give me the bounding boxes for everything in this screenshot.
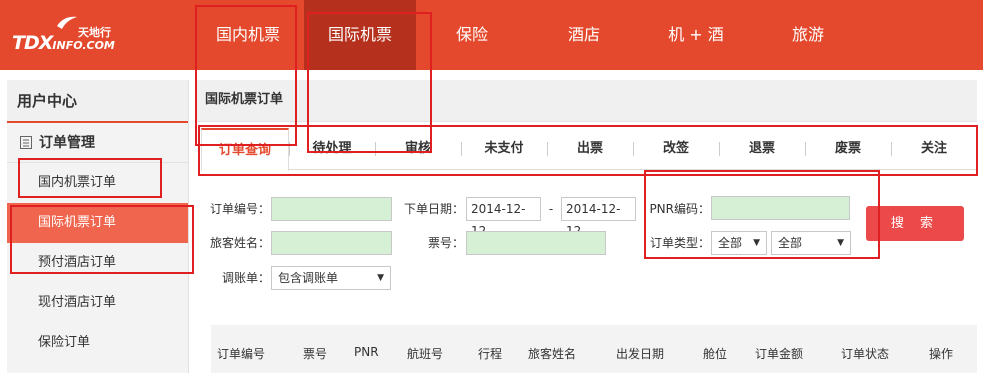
- column-header: 旅客姓名: [528, 347, 577, 361]
- adjust-label: 调账单：: [221, 271, 270, 285]
- sidebar-item-insurance-orders[interactable]: 保险订单: [7, 323, 188, 363]
- dropdown-arrow-icon: ▼: [377, 273, 384, 283]
- nav-hotel[interactable]: 酒店: [528, 0, 640, 70]
- date-separator: -: [548, 202, 554, 216]
- tab-void[interactable]: 废票: [805, 128, 891, 170]
- pnr-input[interactable]: [711, 196, 850, 220]
- column-header: 行程: [478, 347, 503, 361]
- tab-review[interactable]: 审核: [375, 128, 461, 170]
- main-nav: 国内机票 国际机票 保险 酒店 机 + 酒 旅游: [192, 0, 864, 70]
- nav-travel[interactable]: 旅游: [752, 0, 864, 70]
- ticket-no-label: 票号：: [427, 236, 464, 250]
- column-header: 舱位: [703, 347, 728, 361]
- top-navigation-bar: TDXINFO.COM 天地行 国内机票 国际机票 保险 酒店 机 + 酒 旅游: [0, 0, 983, 70]
- nav-domestic-flights[interactable]: 国内机票: [192, 0, 304, 70]
- pnr-label: PNR编码：: [649, 202, 710, 216]
- order-type-value: 全部: [718, 236, 743, 250]
- tab-refund[interactable]: 退票: [719, 128, 805, 170]
- column-header: 航班号: [407, 347, 444, 361]
- ticket-no-input[interactable]: [466, 231, 606, 255]
- search-button[interactable]: 搜 索: [866, 206, 964, 241]
- tab-unpaid[interactable]: 未支付: [461, 128, 547, 170]
- column-header: 订单金额: [755, 347, 804, 361]
- adjust-select[interactable]: 包含调账单 ▼: [271, 266, 391, 290]
- sidebar-item-international-orders[interactable]: 国际机票订单: [7, 203, 188, 243]
- passenger-name-label: 旅客姓名：: [209, 236, 270, 250]
- order-tabs: 订单查询 待处理 审核 未支付 出票 改签 退票 废票 关注: [201, 128, 977, 171]
- sidebar-group-label: 订单管理: [39, 134, 95, 151]
- order-no-label: 订单编号：: [209, 202, 270, 216]
- sidebar-title: 用户中心: [7, 80, 188, 123]
- order-table-header: 订单编号 票号 PNR 航班号 行程 旅客姓名 出发日期 舱位 订单金额 订单状…: [211, 325, 977, 373]
- order-subtype-select[interactable]: 全部 ▼: [771, 231, 851, 255]
- logo-cn-text: 天地行: [78, 26, 111, 39]
- tab-pending[interactable]: 待处理: [289, 128, 375, 170]
- column-header: 出发日期: [616, 347, 665, 361]
- order-no-input[interactable]: [271, 197, 392, 221]
- adjust-value: 包含调账单: [278, 271, 339, 285]
- sidebar-item-prepaid-hotel-orders[interactable]: 预付酒店订单: [7, 243, 188, 283]
- tab-rebooking[interactable]: 改签: [633, 128, 719, 170]
- sidebar-item-pay-at-hotel-orders[interactable]: 现付酒店订单: [7, 283, 188, 323]
- tab-order-query[interactable]: 订单查询: [201, 128, 289, 171]
- column-header: 订单状态: [841, 347, 890, 361]
- column-header: 票号: [303, 347, 328, 361]
- document-icon: [20, 136, 32, 149]
- dropdown-arrow-icon: ▼: [837, 238, 844, 248]
- page-title: 国际机票订单: [197, 80, 977, 122]
- date-from-input[interactable]: 2014-12-12: [466, 197, 541, 238]
- tab-ticketing[interactable]: 出票: [547, 128, 633, 170]
- tab-watch[interactable]: 关注: [891, 128, 977, 170]
- order-subtype-value: 全部: [778, 236, 803, 250]
- sidebar-item-domestic-orders[interactable]: 国内机票订单: [7, 163, 188, 203]
- dropdown-arrow-icon: ▼: [753, 238, 760, 248]
- sidebar-group-order-management: 订单管理: [7, 123, 188, 163]
- brand-logo[interactable]: TDXINFO.COM 天地行: [8, 14, 118, 56]
- logo-swoosh-icon: [57, 16, 77, 29]
- order-type-select[interactable]: 全部 ▼: [711, 231, 767, 255]
- order-type-label: 订单类型：: [649, 236, 710, 250]
- nav-international-flights[interactable]: 国际机票: [304, 0, 416, 70]
- column-header: 订单编号: [217, 347, 266, 361]
- nav-flight-hotel[interactable]: 机 + 酒: [640, 0, 752, 70]
- passenger-name-input[interactable]: [271, 231, 392, 255]
- sidebar: 用户中心 订单管理 国内机票订单 国际机票订单 预付酒店订单 现付酒店订单 保险…: [7, 80, 189, 373]
- nav-insurance[interactable]: 保险: [416, 0, 528, 70]
- column-header: PNR: [354, 345, 379, 359]
- order-date-label: 下单日期：: [403, 202, 464, 216]
- column-header: 操作: [929, 347, 954, 361]
- date-to-input[interactable]: 2014-12-12: [561, 197, 636, 238]
